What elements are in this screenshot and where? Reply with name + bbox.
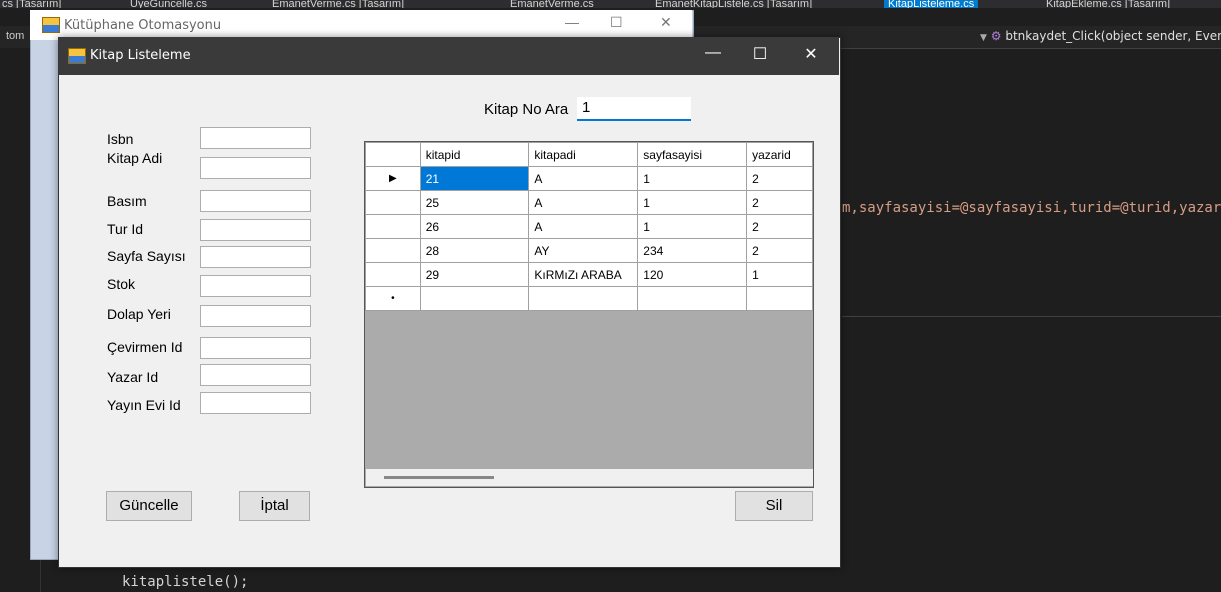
dolap-yeri-field[interactable]: [200, 305, 311, 327]
grid-cell[interactable]: 28: [419, 238, 530, 263]
minimize-icon[interactable]: —: [698, 44, 728, 62]
app-icon: [68, 48, 86, 64]
row-header-corner[interactable]: [365, 142, 421, 167]
grid-cell[interactable]: KıRMıZı ARABA: [528, 262, 639, 287]
grid-cell[interactable]: A: [528, 166, 639, 191]
grid-cell[interactable]: 120: [637, 262, 748, 287]
yayin-evi-id-field[interactable]: [200, 392, 311, 414]
stok-label: Stok: [107, 276, 136, 292]
current-row-icon[interactable]: ▶: [365, 166, 421, 191]
search-input[interactable]: 1: [577, 97, 691, 121]
grid-cell[interactable]: [419, 286, 530, 311]
scrollbar-thumb[interactable]: [384, 476, 494, 479]
code-line-sql: m,sayfasayisi=@sayfasayisi,turid=@turid,…: [842, 200, 1221, 216]
new-row[interactable]: •: [365, 286, 813, 311]
close-icon[interactable]: ✕: [796, 44, 826, 64]
tur-id-label: Tur Id: [107, 221, 144, 237]
grid-cell[interactable]: 1: [746, 262, 813, 287]
column-header-kitapid[interactable]: kitapid: [419, 142, 530, 167]
method-dropdown-label: btnkaydet_Click(object sender, EventArgs…: [1005, 29, 1221, 43]
dolap-yeri-label: Dolap Yeri: [107, 306, 171, 322]
grid-cell[interactable]: 234: [637, 238, 748, 263]
book-data-grid[interactable]: kitapid kitapadi sayfasayisi yazarid ▶ 2…: [364, 141, 814, 488]
grid-cell[interactable]: 26: [419, 214, 530, 239]
row-header[interactable]: [365, 262, 421, 287]
ide-tab-active[interactable]: KitapListeleme.cs: [884, 0, 979, 8]
code-line-call: kitaplistele();: [122, 574, 249, 590]
yazar-id-label: Yazar Id: [107, 369, 159, 385]
method-icon: ⚙: [990, 29, 1002, 43]
grid-cell[interactable]: A: [528, 190, 639, 215]
guncelle-button[interactable]: Güncelle: [106, 491, 192, 521]
grid-cell[interactable]: A: [528, 214, 639, 239]
ide-tab[interactable]: EmanetVerme.cs [Tasarım]: [272, 0, 404, 8]
table-row[interactable]: 26 A 1 2: [365, 214, 813, 239]
horizontal-scrollbar[interactable]: [366, 469, 813, 486]
sayfa-sayisi-label: Sayfa Sayısı: [107, 248, 186, 264]
grid-cell[interactable]: 1: [637, 190, 748, 215]
basim-field[interactable]: [200, 190, 311, 212]
yayin-evi-id-label: Yayın Evi Id: [107, 397, 181, 413]
grid-cell[interactable]: 29: [419, 262, 530, 287]
ide-tab-bar: cs [Tasarım] UyeGuncelle.cs EmanetVerme.…: [0, 0, 1221, 8]
cevirmen-id-label: Çevirmen Id: [107, 339, 183, 355]
maximize-icon[interactable]: ☐: [745, 44, 775, 64]
grid-cell[interactable]: 2: [746, 214, 813, 239]
back-window-title: Kütüphane Otomasyonu: [64, 18, 222, 33]
table-row[interactable]: ▶ 21 A 1 2: [365, 166, 813, 191]
new-row-icon[interactable]: •: [365, 286, 421, 311]
ide-class-dropdown[interactable]: tom: [6, 30, 24, 42]
app-icon: [42, 17, 60, 33]
grid-cell[interactable]: 25: [419, 190, 530, 215]
chevron-down-icon: ▼: [980, 33, 987, 43]
grid-cell[interactable]: 1: [637, 166, 748, 191]
table-row[interactable]: 29 KıRMıZı ARABA 120 1: [365, 262, 813, 287]
grid-cell[interactable]: [637, 286, 748, 311]
iptal-button[interactable]: İptal: [239, 491, 310, 521]
column-header-yazarid[interactable]: yazarid: [746, 142, 813, 167]
kitap-adi-label: Kitap Adi: [107, 150, 163, 166]
grid-cell[interactable]: AY: [528, 238, 639, 263]
cevirmen-id-field[interactable]: [200, 337, 311, 359]
column-header-sayfasayisi[interactable]: sayfasayisi: [637, 142, 748, 167]
kitap-adi-field[interactable]: [200, 157, 311, 179]
tur-id-field[interactable]: [200, 219, 311, 241]
ide-tab[interactable]: UyeGuncelle.cs: [130, 0, 207, 8]
ide-tab[interactable]: EmanetKitapListele.cs [Tasarım]: [655, 0, 812, 8]
table-row[interactable]: 25 A 1 2: [365, 190, 813, 215]
code-divider: [842, 316, 1221, 317]
row-header[interactable]: [365, 214, 421, 239]
grid-table: kitapid kitapadi sayfasayisi yazarid ▶ 2…: [365, 142, 813, 311]
row-header[interactable]: [365, 238, 421, 263]
maximize-icon[interactable]: ☐: [610, 14, 623, 31]
ide-method-dropdown[interactable]: ▼ ⚙ btnkaydet_Click(object sender, Event…: [980, 29, 1221, 43]
sayfa-sayisi-field[interactable]: [200, 246, 311, 268]
table-row[interactable]: 28 AY 234 2: [365, 238, 813, 263]
form-title: Kitap Listeleme: [90, 48, 191, 63]
sil-button[interactable]: Sil: [735, 491, 813, 521]
grid-cell[interactable]: 2: [746, 238, 813, 263]
minimize-icon[interactable]: —: [565, 14, 579, 30]
isbn-field[interactable]: [200, 127, 311, 149]
yazar-id-field[interactable]: [200, 364, 311, 386]
grid-cell[interactable]: 2: [746, 166, 813, 191]
grid-cell[interactable]: [528, 286, 639, 311]
grid-cell[interactable]: 1: [637, 214, 748, 239]
search-label: Kitap No Ara: [484, 101, 569, 118]
grid-cell[interactable]: 21: [419, 166, 530, 191]
stok-field[interactable]: [200, 275, 311, 297]
ide-tab[interactable]: EmanetVerme.cs: [510, 0, 594, 8]
ide-tab[interactable]: cs [Tasarım]: [2, 0, 61, 8]
grid-header-row: kitapid kitapadi sayfasayisi yazarid: [365, 142, 813, 167]
isbn-label: Isbn: [107, 131, 134, 147]
basim-label: Basım: [107, 193, 147, 209]
close-icon[interactable]: ✕: [660, 14, 672, 31]
grid-cell[interactable]: 2: [746, 190, 813, 215]
column-header-kitapadi[interactable]: kitapadi: [528, 142, 639, 167]
grid-cell[interactable]: [746, 286, 813, 311]
ide-tab[interactable]: KitapEkleme.cs [Tasarım]: [1046, 0, 1170, 8]
row-header[interactable]: [365, 190, 421, 215]
